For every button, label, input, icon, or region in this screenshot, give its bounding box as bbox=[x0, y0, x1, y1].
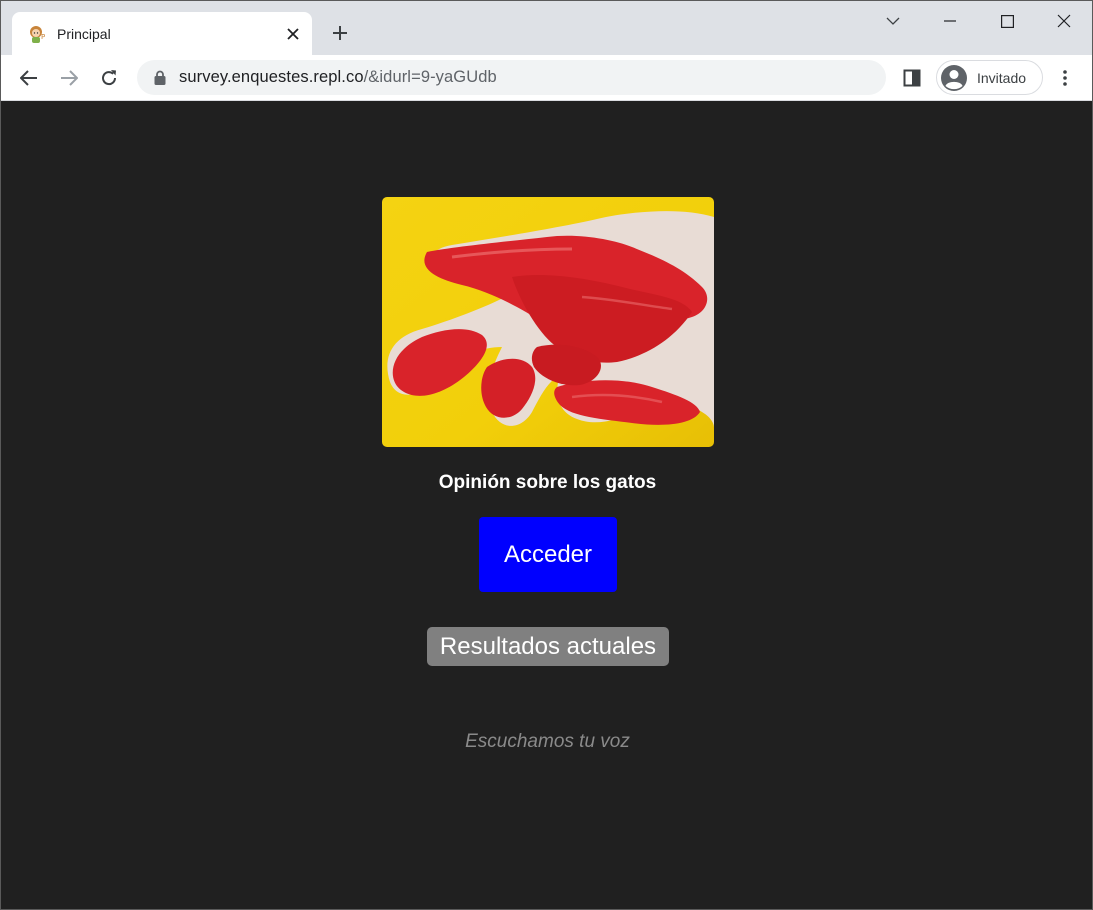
current-results-button[interactable]: Resultados actuales bbox=[427, 627, 669, 666]
address-bar[interactable]: survey.enquestes.repl.co/&idurl=9-yaGUdb bbox=[137, 60, 886, 95]
profile-label: Invitado bbox=[977, 70, 1027, 86]
svg-text:P: P bbox=[41, 33, 45, 41]
url-text: survey.enquestes.repl.co/&idurl=9-yaGUdb bbox=[179, 67, 497, 88]
kebab-menu-icon[interactable] bbox=[1049, 62, 1081, 94]
arrow-right-icon[interactable] bbox=[53, 62, 85, 94]
arrow-left-icon[interactable] bbox=[13, 62, 45, 94]
close-icon[interactable] bbox=[1036, 3, 1092, 39]
acceder-button[interactable]: Acceder bbox=[479, 517, 617, 592]
side-panel-icon[interactable] bbox=[896, 62, 928, 94]
profile-button[interactable]: Invitado bbox=[936, 60, 1043, 95]
guest-avatar-icon bbox=[940, 64, 968, 92]
close-tab-icon[interactable] bbox=[282, 23, 304, 45]
girl-mascot-icon: P bbox=[26, 24, 46, 44]
maximize-icon[interactable] bbox=[979, 3, 1035, 39]
tab-principal[interactable]: P Principal bbox=[12, 12, 312, 55]
minimize-icon[interactable] bbox=[922, 3, 978, 39]
browser-toolbar: survey.enquestes.repl.co/&idurl=9-yaGUdb… bbox=[1, 55, 1092, 101]
plus-icon[interactable] bbox=[327, 20, 353, 46]
reload-icon[interactable] bbox=[93, 62, 125, 94]
browser-window: P Principal survey.enquestes.repl.co/&id… bbox=[0, 0, 1093, 910]
painted-hand-photo bbox=[382, 197, 714, 447]
survey-title: Opinión sobre los gatos bbox=[438, 472, 657, 493]
tab-strip: P Principal bbox=[1, 1, 1092, 55]
lock-icon[interactable] bbox=[153, 70, 167, 85]
tagline: Escuchamos tu voz bbox=[465, 731, 630, 752]
url-host: survey.enquestes.repl.co bbox=[179, 68, 364, 86]
page-content: Opinión sobre los gatos Acceder Resultad… bbox=[1, 101, 1092, 909]
url-path: /&idurl=9-yaGUdb bbox=[363, 68, 497, 86]
tab-title: Principal bbox=[57, 26, 111, 42]
chevron-down-icon[interactable] bbox=[865, 3, 921, 39]
